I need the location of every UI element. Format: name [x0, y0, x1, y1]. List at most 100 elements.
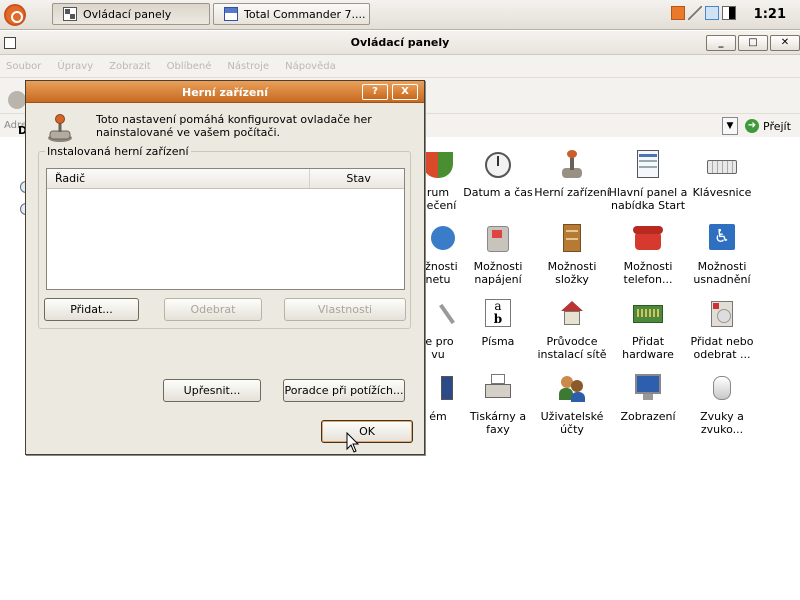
add-remove-icon — [707, 299, 737, 329]
menu-view[interactable]: Zobrazit — [109, 61, 151, 72]
remove-button[interactable]: Odebrat — [164, 298, 262, 321]
dialog-titlebar[interactable]: Herní zařízení ? X — [26, 81, 424, 103]
cp-item-fonts[interactable]: ab Písma — [458, 299, 538, 348]
app-tray-icon[interactable] — [671, 6, 685, 20]
close-button[interactable]: X — [392, 84, 418, 100]
folder-options-icon — [557, 224, 587, 254]
address-dropdown-button[interactable]: ▼ — [722, 117, 738, 135]
menu-file[interactable]: Soubor — [6, 61, 41, 72]
icon-label: účty — [560, 423, 584, 436]
help-button[interactable]: ? — [362, 84, 388, 100]
add-button[interactable]: Přidat... — [44, 298, 139, 321]
menu-tools[interactable]: Nástroje — [227, 61, 269, 72]
network-setup-icon — [557, 299, 587, 329]
icon-label: Přidat nebo — [690, 335, 754, 348]
cp-item-taskbar-start[interactable]: Hlavní panel a nabídka Start — [608, 150, 688, 212]
icon-label: Přidat — [631, 335, 665, 348]
accessibility-icon: ♿ — [707, 224, 737, 254]
cp-item-accessibility[interactable]: ♿ Možnosti usnadnění — [682, 224, 762, 286]
dialog-description: Toto nastavení pomáhá konfigurovat ovlad… — [96, 113, 372, 139]
icon-label: hardware — [622, 348, 674, 361]
cp-item-folder-options[interactable]: Možnosti složky — [532, 224, 612, 286]
task-control-panel[interactable]: Ovládací panely — [52, 3, 210, 25]
display-icon — [633, 374, 663, 404]
window-title: Ovládací panely — [350, 36, 450, 49]
taskbar: Ovládací panely Total Commander 7.... 1:… — [0, 0, 800, 30]
cp-item-keyboard[interactable]: Klávesnice — [682, 150, 762, 199]
close-button[interactable]: ✕ — [770, 35, 800, 51]
menu-edit[interactable]: Úpravy — [57, 61, 93, 72]
icon-label: telefon... — [623, 273, 673, 286]
icon-label: Hlavní panel a — [608, 186, 688, 199]
icon-label: Herní zařízení — [534, 186, 610, 199]
cp-item-sounds[interactable]: Zvuky a zvuko... — [682, 374, 762, 436]
screen-icon[interactable] — [722, 6, 736, 20]
cp-item-printers-faxes[interactable]: Tiskárny a faxy — [458, 374, 538, 436]
security-center-icon — [423, 150, 453, 180]
cp-item-display[interactable]: Zobrazení — [608, 374, 688, 423]
tools-icon — [423, 299, 455, 329]
total-commander-icon — [224, 7, 238, 21]
icon-label: zvuko... — [700, 423, 744, 436]
properties-button[interactable]: Vlastnosti — [284, 298, 406, 321]
advanced-button[interactable]: Upřesnit... — [163, 379, 261, 402]
ubuntu-menu-icon[interactable] — [4, 4, 26, 26]
icon-label: Datum a čas — [463, 186, 533, 199]
task-total-commander[interactable]: Total Commander 7.... — [213, 3, 370, 25]
icon-label: instalací sítě — [537, 348, 607, 361]
cp-item-add-hardware[interactable]: Přidat hardware — [608, 299, 688, 361]
eject-icon[interactable] — [688, 6, 702, 20]
list-header: Řadič Stav — [47, 169, 404, 189]
icon-label: faxy — [486, 423, 510, 436]
maximize-button[interactable]: □ — [738, 35, 768, 51]
minimize-button[interactable]: _ — [706, 35, 736, 51]
clock[interactable]: 1:21 — [754, 7, 786, 22]
icon-label: Zvuky a — [700, 410, 744, 423]
icon-label: Zobrazení — [620, 410, 676, 423]
icon-label: složky — [555, 273, 589, 286]
network-icon[interactable] — [705, 6, 719, 20]
menu-help[interactable]: Nápověda — [285, 61, 336, 72]
joystick-icon — [557, 150, 587, 180]
troubleshoot-button[interactable]: Poradce při potížích... — [283, 379, 405, 402]
cp-item-user-accounts[interactable]: Uživatelské účty — [532, 374, 612, 436]
keyboard-icon — [707, 150, 737, 180]
printer-icon — [483, 374, 513, 404]
icon-label: Tiskárny a — [469, 410, 527, 423]
fonts-icon: ab — [483, 299, 513, 329]
icon-label: Písma — [481, 335, 515, 348]
menu-favorites[interactable]: Oblíbené — [167, 61, 212, 72]
column-header-controller[interactable]: Řadič — [47, 169, 311, 188]
icon-label: Možnosti — [473, 260, 523, 273]
cp-item-network-setup[interactable]: Průvodce instalací sítě — [532, 299, 612, 361]
icon-label: Možnosti — [623, 260, 673, 273]
system-icon — [423, 374, 453, 404]
icon-label: odebrat ... — [693, 348, 751, 361]
ok-button[interactable]: OK — [321, 420, 413, 443]
icon-label: Průvodce — [546, 335, 598, 348]
go-arrow-icon: ➜ — [745, 119, 759, 133]
devices-list[interactable]: Řadič Stav — [46, 168, 405, 290]
icon-label: nabídka Start — [610, 199, 686, 212]
user-accounts-icon — [557, 374, 587, 404]
clock-icon — [483, 150, 513, 180]
column-header-status[interactable]: Stav — [310, 169, 404, 188]
cp-item-add-remove-programs[interactable]: Přidat nebo odebrat ... — [682, 299, 762, 361]
cp-item-power-options[interactable]: Možnosti napájení — [458, 224, 538, 286]
group-label: Instalovaná herní zařízení — [45, 145, 191, 158]
control-panel-icon — [63, 7, 77, 21]
cp-item-game-controllers[interactable]: Herní zařízení — [532, 150, 612, 199]
system-tray — [671, 6, 736, 24]
icon-label: Klávesnice — [692, 186, 752, 199]
mouse-cursor-icon — [346, 432, 360, 453]
sound-icon — [707, 374, 737, 404]
icon-label: Možnosti — [697, 260, 747, 273]
back-icon[interactable] — [8, 91, 26, 109]
icon-label: usnadnění — [693, 273, 751, 286]
cp-item-date-time[interactable]: Datum a čas — [458, 150, 538, 199]
task-label: Total Commander 7.... — [244, 7, 366, 21]
taskbar-icon — [633, 150, 663, 180]
window-titlebar[interactable]: Ovládací panely _ □ ✕ — [0, 31, 800, 55]
go-button[interactable]: ➜ Přejít — [745, 119, 791, 133]
cp-item-phone-modem[interactable]: Možnosti telefon... — [608, 224, 688, 286]
